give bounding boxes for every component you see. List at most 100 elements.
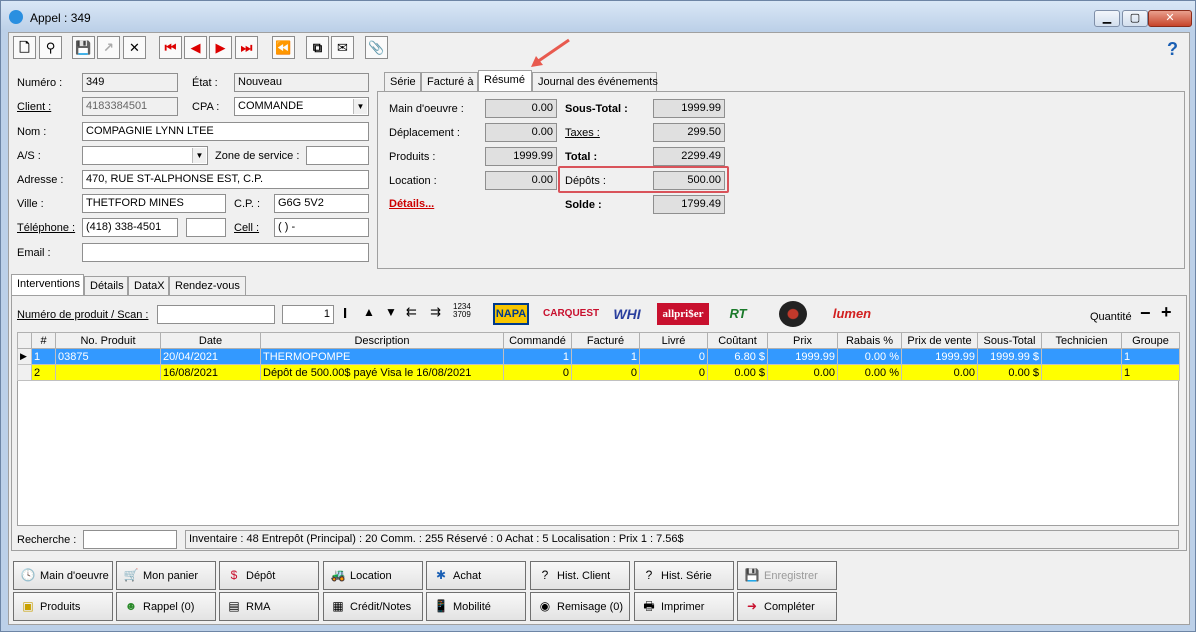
imprimer-button[interactable]: 🖶 Imprimer (634, 592, 734, 621)
cell-field[interactable]: ( ) - (274, 218, 369, 237)
cell-rabais[interactable]: 0.00 % (837, 348, 902, 365)
col-header-selector[interactable] (17, 332, 32, 349)
quantity-input[interactable]: 1 (282, 305, 334, 324)
cell-description[interactable]: THERMOPOMPE (260, 348, 504, 365)
tab-details[interactable]: Détails (84, 276, 128, 296)
cell-coutant[interactable]: 6.80 $ (707, 348, 768, 365)
client-link[interactable]: Client : (17, 101, 51, 113)
cell-sous-total[interactable]: 1999.99 $ (977, 348, 1042, 365)
cell-number[interactable]: 2 (31, 364, 56, 381)
arrow-down-icon[interactable]: ▼ (385, 305, 397, 319)
chevron-down-icon[interactable]: ▼ (192, 148, 206, 163)
tab-datax[interactable]: DataX (128, 276, 169, 296)
cell-prix-vente[interactable]: 0.00 (901, 364, 978, 381)
carquest-logo[interactable]: CARQUEST (543, 301, 599, 327)
tab-serie[interactable]: Série (384, 72, 421, 92)
search-input[interactable] (83, 530, 177, 549)
cell-facture[interactable]: 0 (571, 364, 640, 381)
cell-date[interactable]: 16/08/2021 (160, 364, 261, 381)
cell-commande[interactable]: 0 (503, 364, 572, 381)
produits-button[interactable]: ▣ Produits (13, 592, 113, 621)
ville-field[interactable]: THETFORD MINES (82, 194, 226, 213)
split-left-icon[interactable]: ⇇ (406, 304, 417, 320)
cell-facture[interactable]: 1 (571, 348, 640, 365)
adresse-field[interactable]: 470, RUE ST-ALPHONSE EST, C.P. (82, 170, 369, 189)
cell-rabais[interactable]: 0.00 % (837, 364, 902, 381)
col-header-technicien[interactable]: Technicien (1041, 332, 1122, 349)
attachment-icon[interactable]: 📎 (365, 36, 388, 59)
minus-icon[interactable]: − (1140, 303, 1151, 324)
tab-rendez-vous[interactable]: Rendez-vous (169, 276, 246, 296)
location-button[interactable]: 🚜 Location (323, 561, 423, 590)
col-header-sous-total[interactable]: Sous-Total (977, 332, 1042, 349)
email-field[interactable] (82, 243, 369, 262)
cp-field[interactable]: G6G 5V2 (274, 194, 369, 213)
close-button[interactable]: ✕ (1148, 10, 1192, 27)
cpa-select[interactable]: COMMANDE ▼ (234, 97, 369, 116)
cell-prix[interactable]: 0.00 (767, 364, 838, 381)
barcode-icon[interactable]: 1234 3709 (453, 303, 471, 319)
split-right-icon[interactable]: ⇉ (430, 304, 441, 320)
cell-no-produit[interactable]: 03875 (55, 348, 161, 365)
telephone-ext-field[interactable] (186, 218, 226, 237)
client-field[interactable]: 4183384501 (82, 97, 178, 116)
cell-description[interactable]: Dépôt de 500.00$ payé Visa le 16/08/2021 (260, 364, 504, 381)
export-icon[interactable]: ↗ (97, 36, 120, 59)
main-oeuvre-button[interactable]: 🕓 Main d'oeuvre (13, 561, 113, 590)
rma-button[interactable]: ▤ RMA (219, 592, 319, 621)
table-row[interactable]: 2 16/08/2021 Dépôt de 500.00$ payé Visa … (17, 364, 1180, 381)
allpriser-logo[interactable]: allpri$er (657, 303, 709, 325)
whi-logo[interactable]: WHI (605, 301, 649, 327)
product-scan-input[interactable] (157, 305, 275, 324)
lumen-logo[interactable]: lumen (827, 301, 877, 327)
cell-date[interactable]: 20/04/2021 (160, 348, 261, 365)
minimize-button[interactable]: ▁ (1094, 10, 1120, 27)
completer-button[interactable]: ➜ Compléter (737, 592, 837, 621)
col-header-number[interactable]: # (31, 332, 56, 349)
col-header-livre[interactable]: Livré (639, 332, 708, 349)
remisage-button[interactable]: ◉ Remisage (0) (530, 592, 630, 621)
plus-icon[interactable]: + (1161, 302, 1172, 323)
tire-logo[interactable] (779, 301, 807, 327)
rt-logo[interactable]: RT (721, 301, 755, 327)
copy-icon[interactable]: ⧉ (306, 36, 329, 59)
rappel-button[interactable]: ☻ Rappel (0) (116, 592, 216, 621)
maximize-button[interactable]: ▢ (1122, 10, 1148, 27)
cell-technicien[interactable] (1041, 364, 1122, 381)
cell-number[interactable]: 1 (31, 348, 56, 365)
col-header-groupe[interactable]: Groupe (1121, 332, 1180, 349)
nom-field[interactable]: COMPAGNIE LYNN LTEE (82, 122, 369, 141)
achat-button[interactable]: ✱ Achat (426, 561, 526, 590)
cell-prix-vente[interactable]: 1999.99 (901, 348, 978, 365)
telephone-link[interactable]: Téléphone : (17, 222, 75, 234)
chevron-down-icon[interactable]: ▼ (353, 99, 367, 114)
new-doc-icon[interactable]: 🗋 (13, 36, 36, 59)
col-header-prix-vente[interactable]: Prix de vente (901, 332, 978, 349)
as-select[interactable]: ▼ (82, 146, 208, 165)
cell-prix[interactable]: 1999.99 (767, 348, 838, 365)
back-icon[interactable]: ⏪ (272, 36, 295, 59)
cell-commande[interactable]: 1 (503, 348, 572, 365)
cell-groupe[interactable]: 1 (1121, 364, 1180, 381)
col-header-no-produit[interactable]: No. Produit (55, 332, 161, 349)
telephone-field[interactable]: (418) 338-4501 (82, 218, 178, 237)
next-record-icon[interactable]: ▶ (209, 36, 232, 59)
row-indicator[interactable] (17, 364, 32, 381)
last-record-icon[interactable]: ⏭ (235, 36, 258, 59)
previous-record-icon[interactable]: ◀ (184, 36, 207, 59)
hist-serie-button[interactable]: ? Hist. Série (634, 561, 734, 590)
taxes-link[interactable]: Taxes : (565, 127, 600, 139)
text-cursor-icon[interactable]: I (343, 305, 347, 322)
cell-coutant[interactable]: 0.00 $ (707, 364, 768, 381)
arrow-up-icon[interactable]: ▲ (363, 305, 375, 319)
product-scan-label[interactable]: Numéro de produit / Scan : (17, 309, 148, 321)
table-row[interactable]: ▶ 1 03875 20/04/2021 THERMOPOMPE 1 1 0 6… (17, 348, 1180, 365)
cell-no-produit[interactable] (55, 364, 161, 381)
tab-journal[interactable]: Journal des événements (532, 72, 658, 92)
first-record-icon[interactable]: ⏮ (159, 36, 182, 59)
mobilite-button[interactable]: 📱 Mobilité (426, 592, 526, 621)
col-header-rabais[interactable]: Rabais % (837, 332, 902, 349)
col-header-coutant[interactable]: Coûtant (707, 332, 768, 349)
tab-facture-a[interactable]: Facturé à (421, 72, 478, 92)
tab-resume[interactable]: Résumé (478, 70, 532, 93)
